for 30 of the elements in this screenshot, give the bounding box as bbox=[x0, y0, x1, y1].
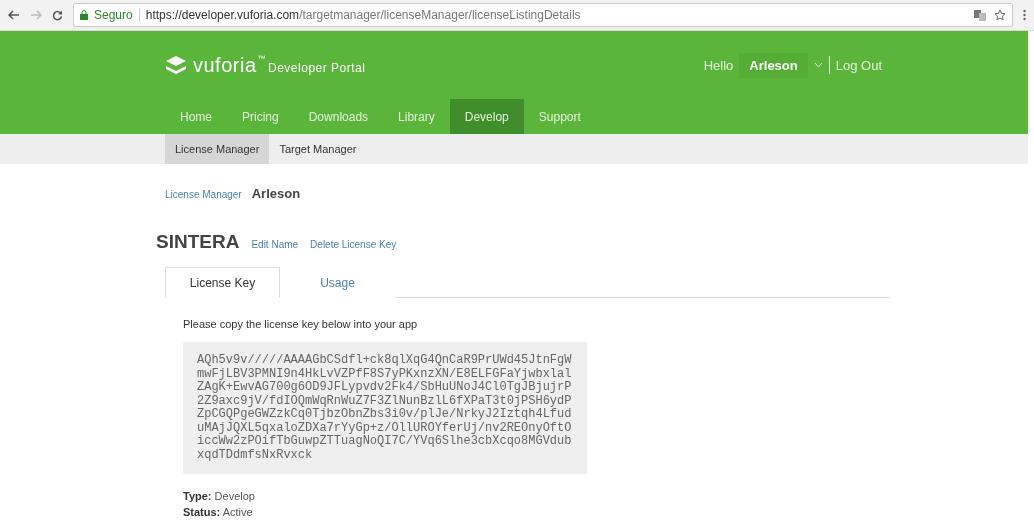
logo-icon bbox=[165, 55, 187, 75]
nav-item[interactable]: Develop bbox=[449, 99, 524, 134]
subnav-item[interactable]: License Manager bbox=[165, 134, 270, 164]
nav-item[interactable]: Downloads bbox=[293, 99, 384, 134]
license-key-text: AQh5v9v/////AAAAGbCSdfl+ck8qlXqG4QnCaR9PrUWd45JtnFgW mwFjLBV3PMNI9n4HkLvVZPfF8S7yPKxnzXN/E8ELFGFaYjwbxlal ZAgK+EwvAG700g6OD9JFLypvdv2Fk4/SbHuUNoJ4Cl0TgJBjujrP 2Z9axc9jV/fdIOQmWqRnWuZ7F3ZlNunBzlL6fXPaT3t0jPSH6ydP ZpCGQPgeGWZzkCq0TjbzObnZbs3i0v/plJe/NrkyJ2Iztqh4Lfud uMAjJQXL5qxaloZDXa7rYyGp+z/OllUROYferUj/nv2REOnyOftO iccWw2zPOifTbGuwpZTTuagNoQI7C/YVq6Slhe3cbXcqo8MGVdub xqdTDdmfsNxRvxck bbox=[183, 342, 587, 474]
menu-icon[interactable] bbox=[1023, 9, 1026, 21]
address-bar[interactable]: Seguro https://developer.vuforia.com/targetmanager/licenseManager/licenseListingDetails bbox=[73, 3, 1013, 27]
nav-item[interactable]: Support bbox=[523, 99, 596, 134]
brand-name: vuforia™ Developer Portal bbox=[193, 53, 366, 77]
breadcrumb-current: Arleson bbox=[251, 186, 301, 201]
detail-line: Status: Active bbox=[183, 505, 254, 520]
nav-item[interactable]: Library bbox=[383, 99, 450, 134]
translate-icon[interactable] bbox=[974, 9, 986, 21]
reload-icon[interactable] bbox=[52, 9, 63, 21]
star-icon[interactable] bbox=[994, 9, 1006, 21]
nav-item[interactable]: Home bbox=[165, 99, 227, 134]
action-link[interactable]: Edit Name bbox=[251, 239, 299, 250]
lock-icon bbox=[80, 10, 88, 20]
breadcrumb-link[interactable]: License Manager bbox=[165, 189, 242, 200]
action-link[interactable]: Delete License Key bbox=[310, 239, 397, 250]
logout-link[interactable]: Log Out bbox=[835, 57, 882, 73]
license-title: SINTERA bbox=[156, 231, 240, 253]
back-icon[interactable] bbox=[8, 10, 20, 20]
detail-line: Type: Develop bbox=[183, 489, 256, 504]
user-button[interactable]: Arleson bbox=[739, 52, 808, 78]
nav-item[interactable]: Pricing bbox=[227, 99, 294, 134]
subnav-item[interactable]: Target Manager bbox=[269, 134, 367, 164]
instructions-text: Please copy the license key below into your app bbox=[183, 318, 419, 330]
greeting: Hello bbox=[703, 57, 734, 73]
tab[interactable]: License Key bbox=[165, 267, 280, 298]
